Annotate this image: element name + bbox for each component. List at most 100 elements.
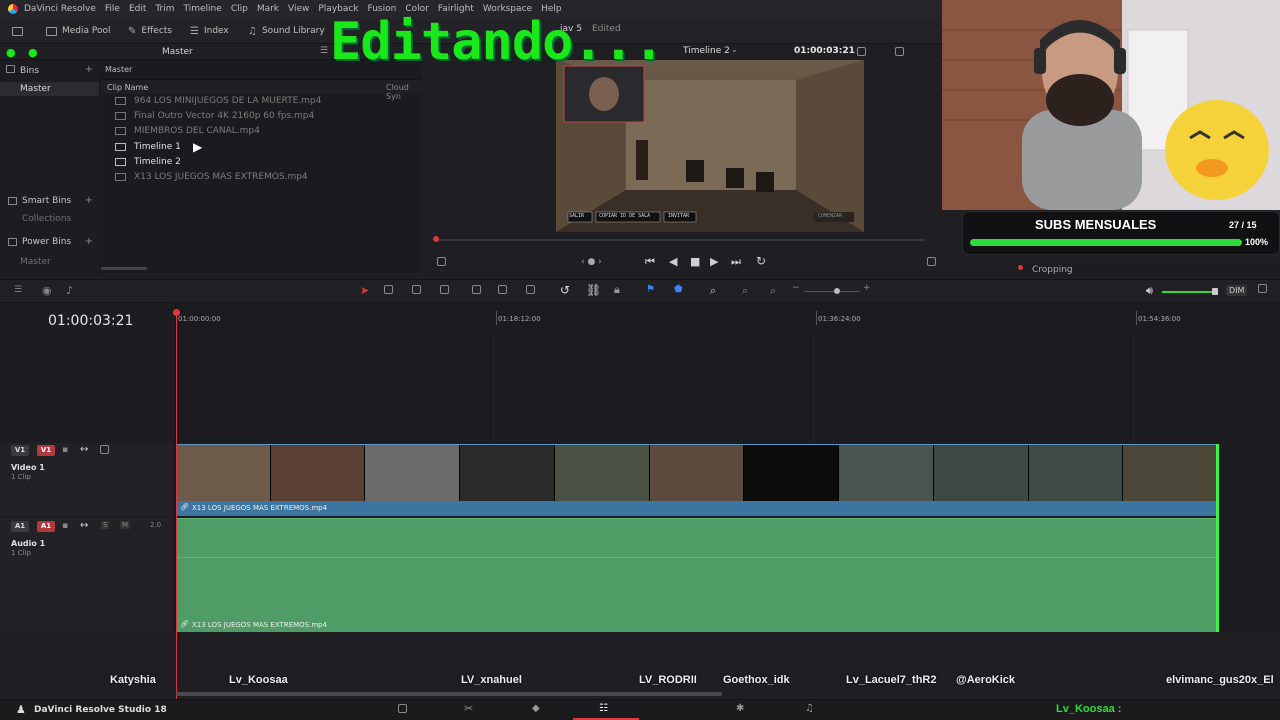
track-visible-icon[interactable] [100,445,109,457]
power-bins-header[interactable]: Power Bins [22,237,71,247]
skip-back-icon[interactable]: ⏮ [645,255,655,269]
track-lock-icon[interactable]: ▪ [62,521,68,531]
link-icon[interactable]: ⛓ [586,283,601,297]
dim-button[interactable]: DIM [1226,285,1248,296]
playhead-line[interactable] [176,315,177,700]
video-viewer[interactable]: SALIR COPIAR ID DE SALA INVITAR COMENZAR [556,60,864,232]
color-page-icon[interactable]: ✱ [736,703,744,714]
timeline-row[interactable]: Timeline 2 [115,155,181,169]
menu-timeline[interactable]: Timeline [184,4,222,14]
pool-scrollbar[interactable] [101,267,147,270]
auto-select-icon[interactable]: ↔ [80,520,88,531]
track-dest-v1[interactable]: V1 [37,445,55,456]
bins-toggle-icon[interactable] [6,65,15,73]
speaker-icon[interactable]: 🔊︎ [1146,284,1153,298]
add-power-bin-icon[interactable]: + [85,236,93,247]
menu-app[interactable]: DaVinci Resolve [24,4,96,14]
media-page-icon[interactable] [398,704,407,716]
zoom-custom-icon[interactable]: ⌕ [770,284,776,298]
zoom-slider[interactable] [804,291,860,292]
volume-slider[interactable] [1162,291,1214,293]
clip-row[interactable]: Final Outro Vector 4K 2160p 60 fps.mp4 [115,109,314,123]
video-track-header[interactable]: V1 V1 ▪ ↔ Video 1 1 Clip [0,443,175,516]
edit-page-tab[interactable]: ☷ [573,700,639,720]
play-icon[interactable]: ▶ [710,255,718,268]
track-tag-v1[interactable]: V1 [11,445,29,456]
flag-icon[interactable]: ⚑ [646,284,655,295]
layout-icon[interactable]: ☰ [14,285,22,295]
sound-library-button[interactable]: ♫ Sound Library [248,22,325,40]
grid-view-icon[interactable]: ● [28,46,38,59]
media-pool-button[interactable]: Media Pool [46,22,111,40]
audio-clip[interactable]: 🔗︎ X13 LOS JUEGOS MAS EXTREMOS.mp4 [176,518,1218,632]
timeline-row[interactable]: Timeline 1 [115,140,181,154]
mute-button[interactable]: M [120,521,131,529]
fusion-page-icon[interactable]: ◆ [532,703,540,714]
add-smart-bin-icon[interactable]: + [85,195,93,206]
reverse-play-icon[interactable]: ◀ [669,255,677,268]
clip-row[interactable]: X13 LOS JUEGOS MAS EXTREMOS.mp4 [115,170,308,184]
trim-tool-icon[interactable] [384,285,393,297]
microphone-icon[interactable]: ♪ [66,284,73,297]
viewer-scrubber[interactable] [435,239,925,241]
scrubber-playhead[interactable] [433,236,439,242]
video-clip[interactable]: 🔗︎ X13 LOS JUEGOS MAS EXTREMOS.mp4 [176,444,1219,516]
effects-button[interactable]: ✎ Effects [128,22,172,40]
skip-forward-icon[interactable]: ⏭ [731,255,741,269]
timeline-ruler[interactable]: 01:00:03:21 01:00:00:00 01:18:12:00 01:3… [0,303,1280,333]
smart-bins-header[interactable]: Smart Bins [22,196,71,206]
viewer-mode-icon[interactable] [895,47,904,59]
clip-row[interactable]: 964 LOS MINIJUEGOS DE LA MUERTE.mp4 [115,94,321,108]
list-view-icon[interactable]: ● [6,46,16,59]
zoom-slider-handle[interactable] [834,288,840,294]
track-dest-a1[interactable]: A1 [37,521,55,532]
menu-view[interactable]: View [288,4,309,14]
blade-tool-icon[interactable] [440,285,449,297]
loop-icon[interactable]: ↻ [756,254,766,268]
viewer-options-icon[interactable] [857,47,866,59]
snapping-icon[interactable]: ↺ [560,283,570,297]
bin-power-master[interactable]: Master [20,257,51,267]
bin-master-row[interactable]: Master [0,82,99,96]
add-bin-icon[interactable]: + [85,64,93,75]
fullscreen-icon[interactable] [927,257,936,269]
meter-icon[interactable] [1258,284,1267,296]
cut-page-icon[interactable]: ✂ [464,702,473,715]
sort-icon[interactable]: ☰ [320,46,328,56]
overwrite-clip-icon[interactable] [498,285,507,297]
column-cloud-sync[interactable]: Cloud Syn [386,83,421,101]
zoom-out-icon[interactable]: − [792,283,800,293]
zoom-in-icon[interactable]: + [863,283,871,293]
cropping-toggle-icon[interactable] [1018,265,1023,270]
index-button[interactable]: ☰ Index [190,22,229,40]
chevron-down-icon[interactable]: ⌄ [731,45,738,54]
ruler-track[interactable]: 01:00:00:00 01:18:12:00 01:36:24:00 01:5… [175,303,1280,333]
track-tag-a1[interactable]: A1 [11,521,29,532]
column-clip-name[interactable]: Clip Name [107,83,148,92]
selection-tool-icon[interactable]: ➤ [360,284,369,297]
replace-clip-icon[interactable] [526,285,535,297]
crop-icon[interactable] [437,257,446,269]
clip-row[interactable]: MIEMBROS DEL CANAL.mp4 [115,124,260,138]
dynamic-trim-icon[interactable] [412,285,421,297]
menu-edit[interactable]: Edit [129,4,146,14]
lock-icon[interactable]: 🔒︎ [614,283,620,297]
menu-file[interactable]: File [105,4,120,14]
menu-mark[interactable]: Mark [257,4,279,14]
volume-slider-handle[interactable] [1212,288,1218,295]
zoom-detail-icon[interactable]: ⌕ [742,284,748,298]
solo-button[interactable]: S [101,521,110,529]
stop-icon[interactable]: ■ [690,255,700,268]
empty-track-area[interactable] [175,333,1280,443]
fairlight-page-icon[interactable]: ♫ [805,703,814,714]
track-lock-icon[interactable]: ▪ [62,445,68,455]
marker-icon[interactable]: ⬟ [674,284,683,295]
insert-clip-icon[interactable] [472,285,481,297]
panel-toggle-button[interactable] [12,22,23,40]
auto-select-icon[interactable]: ↔ [80,444,88,455]
menu-trim[interactable]: Trim [155,4,174,14]
viewer-timeline-name[interactable]: Timeline 2 [683,46,730,56]
menu-clip[interactable]: Clip [231,4,248,14]
view-options-icon[interactable]: ◉ [42,284,52,297]
timeline-scrollbar[interactable] [176,692,722,696]
